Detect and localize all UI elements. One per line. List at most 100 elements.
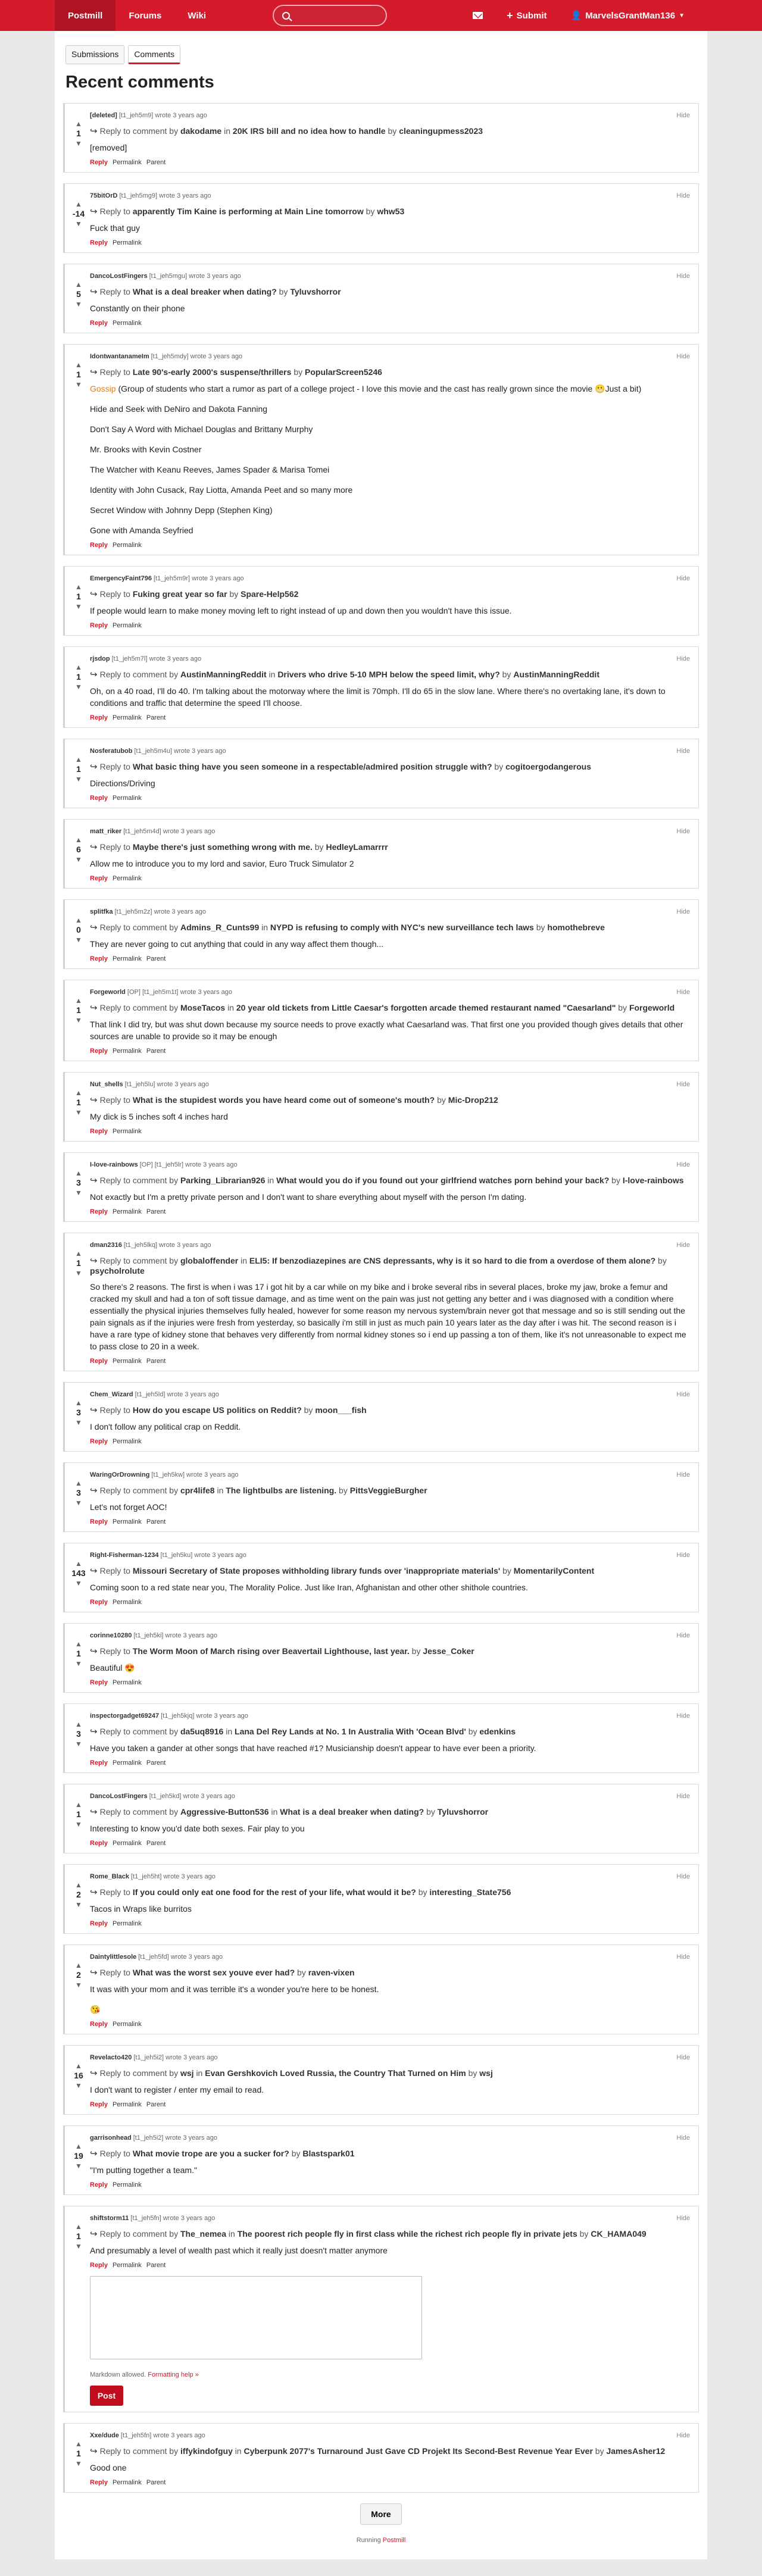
submission-title-link[interactable]: Drivers who drive 5-10 MPH below the spe… <box>277 670 499 679</box>
comment-author-link[interactable]: Nut_shells <box>90 1081 123 1088</box>
upvote-icon[interactable]: ▲ <box>75 835 82 845</box>
submission-title-link[interactable]: If you could only eat one food for the r… <box>133 1887 416 1897</box>
parent-author-link[interactable]: cpr4life8 <box>180 1486 215 1495</box>
tab-comments[interactable]: Comments <box>128 45 181 64</box>
comment-author-link[interactable]: DancoLostFingers <box>90 1793 148 1800</box>
reply-button[interactable]: Reply <box>90 875 108 882</box>
hide-button[interactable]: Hide <box>676 1242 690 1249</box>
downvote-icon[interactable]: ▼ <box>75 1659 82 1668</box>
permalink-link[interactable]: Permalink <box>113 159 142 166</box>
reply-textarea[interactable] <box>90 2276 422 2359</box>
permalink-link[interactable]: Permalink <box>113 2181 142 2189</box>
hide-button[interactable]: Hide <box>676 1471 690 1478</box>
search-input[interactable] <box>273 5 388 26</box>
permalink-link[interactable]: Permalink <box>113 795 142 802</box>
permalink-link[interactable]: Permalink <box>113 2262 142 2269</box>
comment-author-link[interactable]: Nosferatubob <box>90 748 133 755</box>
reply-button[interactable]: Reply <box>90 1920 108 1927</box>
submission-title-link[interactable]: What is a deal breaker when dating? <box>280 1807 424 1817</box>
downvote-icon[interactable]: ▼ <box>75 1900 82 1909</box>
comment-author-link[interactable]: shiftstorm11 <box>90 2215 129 2222</box>
permalink-link[interactable]: Permalink <box>113 2101 142 2108</box>
submission-title-link[interactable]: The Worm Moon of March rising over Beave… <box>133 1646 410 1656</box>
permalink-link[interactable]: Permalink <box>113 1759 142 1767</box>
permalink-link[interactable]: Permalink <box>113 542 142 549</box>
post-button[interactable]: Post <box>90 2386 123 2406</box>
hide-button[interactable]: Hide <box>676 575 690 582</box>
hide-button[interactable]: Hide <box>676 2054 690 2061</box>
downvote-icon[interactable]: ▼ <box>75 299 82 309</box>
hide-button[interactable]: Hide <box>676 192 690 199</box>
upvote-icon[interactable]: ▲ <box>75 1088 82 1098</box>
downvote-icon[interactable]: ▼ <box>75 2081 82 2090</box>
comment-author-link[interactable]: Right-Fisherman-1234 <box>90 1552 159 1559</box>
upvote-icon[interactable]: ▲ <box>75 1639 82 1649</box>
comment-author-link[interactable]: DancoLostFingers <box>90 273 148 280</box>
submission-title-link[interactable]: 20 year old tickets from Little Caesar's… <box>236 1003 616 1012</box>
submission-title-link[interactable]: The lightbulbs are listening. <box>226 1486 336 1495</box>
formatting-help-link[interactable]: Formatting help » <box>148 2371 199 2378</box>
downvote-icon[interactable]: ▼ <box>75 2242 82 2251</box>
downvote-icon[interactable]: ▼ <box>75 1108 82 1117</box>
submission-author-link[interactable]: cleaningupmess2023 <box>399 126 483 136</box>
submission-title-link[interactable]: Late 90's-early 2000's suspense/thriller… <box>133 367 292 377</box>
reply-button[interactable]: Reply <box>90 1759 108 1767</box>
comment-author-link[interactable]: rjsdop <box>90 655 110 662</box>
upvote-icon[interactable]: ▲ <box>75 2439 82 2449</box>
submission-author-link[interactable]: psycholrolute <box>90 1266 145 1276</box>
downvote-icon[interactable]: ▼ <box>75 1980 82 1990</box>
submission-title-link[interactable]: What was the worst sex youve ever had? <box>133 1968 295 1977</box>
submission-title-link[interactable]: Maybe there's just something wrong with … <box>133 842 313 852</box>
messages-button[interactable] <box>461 0 495 31</box>
upvote-icon[interactable]: ▲ <box>75 1880 82 1890</box>
comment-author-link[interactable]: Chem_Wizard <box>90 1391 133 1398</box>
hide-button[interactable]: Hide <box>676 1793 690 1800</box>
reply-button[interactable]: Reply <box>90 2262 108 2269</box>
reply-button[interactable]: Reply <box>90 1208 108 1215</box>
parent-author-link[interactable]: Admins_R_Cunts99 <box>180 923 259 932</box>
upvote-icon[interactable]: ▲ <box>75 996 82 1005</box>
reply-button[interactable]: Reply <box>90 239 108 246</box>
downvote-icon[interactable]: ▼ <box>75 1015 82 1025</box>
parent-author-link[interactable]: da5uq8916 <box>180 1727 223 1736</box>
permalink-link[interactable]: Permalink <box>113 1048 142 1055</box>
comment-author-link[interactable]: matt_riker <box>90 828 121 835</box>
downvote-icon[interactable]: ▼ <box>75 1820 82 1829</box>
hide-button[interactable]: Hide <box>676 748 690 755</box>
upvote-icon[interactable]: ▲ <box>75 755 82 764</box>
permalink-link[interactable]: Permalink <box>113 2479 142 2486</box>
downvote-icon[interactable]: ▼ <box>75 602 82 611</box>
submission-title-link[interactable]: Evan Gershkovich Loved Russia, the Count… <box>205 2068 466 2078</box>
permalink-link[interactable]: Permalink <box>113 1599 142 1606</box>
hide-button[interactable]: Hide <box>676 989 690 996</box>
tab-submissions[interactable]: Submissions <box>65 45 125 64</box>
upvote-icon[interactable]: ▲ <box>75 2061 82 2071</box>
reply-button[interactable]: Reply <box>90 1840 108 1847</box>
permalink-link[interactable]: Permalink <box>113 714 142 721</box>
hide-button[interactable]: Hide <box>676 1712 690 1720</box>
comment-author-link[interactable]: Rome_Black <box>90 1873 129 1880</box>
parent-author-link[interactable]: globaloffender <box>180 1256 238 1265</box>
hide-button[interactable]: Hide <box>676 908 690 915</box>
submission-author-link[interactable]: MomentarilyContent <box>514 1566 594 1575</box>
submission-title-link[interactable]: What is a deal breaker when dating? <box>133 287 277 296</box>
submission-author-link[interactable]: Jesse_Coker <box>423 1646 474 1656</box>
hide-button[interactable]: Hide <box>676 828 690 835</box>
permalink-link[interactable]: Permalink <box>113 955 142 962</box>
downvote-icon[interactable]: ▼ <box>75 935 82 945</box>
submission-title-link[interactable]: Missouri Secretary of State proposes wit… <box>133 1566 500 1575</box>
permalink-link[interactable]: Permalink <box>113 1358 142 1365</box>
upvote-icon[interactable]: ▲ <box>75 2222 82 2231</box>
reply-button[interactable]: Reply <box>90 159 108 166</box>
upvote-icon[interactable]: ▲ <box>75 199 82 209</box>
submission-author-link[interactable]: whw53 <box>377 207 404 216</box>
comment-author-link[interactable]: Revelacto420 <box>90 2054 132 2061</box>
submission-title-link[interactable]: What would you do if you found out your … <box>276 1176 609 1185</box>
submission-title-link[interactable]: NYPD is refusing to comply with NYC's ne… <box>270 923 534 932</box>
downvote-icon[interactable]: ▼ <box>75 682 82 692</box>
reply-button[interactable]: Reply <box>90 622 108 629</box>
comment-author-link[interactable]: garrisonhead <box>90 2134 132 2142</box>
footer-brand-link[interactable]: Postmill <box>383 2537 406 2544</box>
hide-button[interactable]: Hide <box>676 1081 690 1088</box>
submission-title-link[interactable]: What is the stupidest words you have hea… <box>133 1095 435 1105</box>
